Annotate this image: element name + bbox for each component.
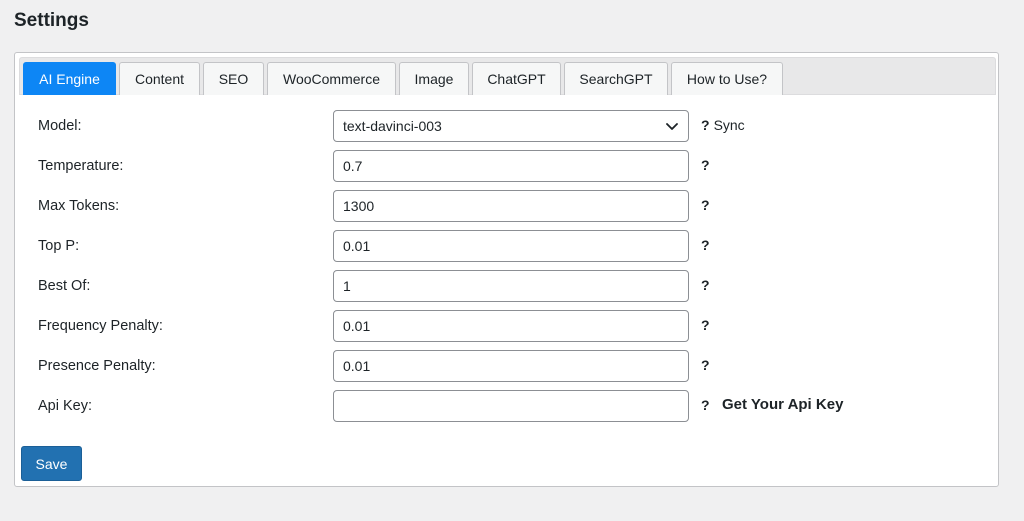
top-p-input[interactable] <box>333 230 689 262</box>
api-key-label: Api Key: <box>38 398 92 414</box>
max-tokens-help[interactable]: ? <box>701 197 710 213</box>
temperature-help[interactable]: ? <box>701 157 710 173</box>
frequency-penalty-label: Frequency Penalty: <box>38 318 163 334</box>
presence-penalty-input[interactable] <box>333 350 689 382</box>
presence-penalty-label: Presence Penalty: <box>38 358 156 374</box>
api-key-help[interactable]: ? <box>701 397 710 413</box>
page-title: Settings <box>14 10 89 31</box>
presence-penalty-help[interactable]: ? <box>701 357 710 373</box>
model-help[interactable]: ? Sync <box>701 117 745 133</box>
max-tokens-input[interactable] <box>333 190 689 222</box>
temperature-label: Temperature: <box>38 158 124 174</box>
get-api-key-link[interactable]: Get Your Api Key <box>722 396 843 413</box>
tab-searchgpt[interactable]: SearchGPT <box>564 62 668 95</box>
best-of-help[interactable]: ? <box>701 277 710 293</box>
tab-seo[interactable]: SEO <box>203 62 264 95</box>
api-key-input[interactable] <box>333 390 689 422</box>
save-button[interactable]: Save <box>21 446 82 481</box>
tab-woocommerce[interactable]: WooCommerce <box>267 62 396 95</box>
tab-image[interactable]: Image <box>399 62 469 95</box>
tab-bar: AI Engine Content SEO WooCommerce Image … <box>19 57 996 95</box>
frequency-penalty-help[interactable]: ? <box>701 317 710 333</box>
top-p-help[interactable]: ? <box>701 237 710 253</box>
tab-how-to-use[interactable]: How to Use? <box>671 62 783 95</box>
sync-link[interactable]: Sync <box>714 117 745 133</box>
model-select[interactable]: text-davinci-003 <box>333 110 689 142</box>
model-help-icon: ? <box>701 117 710 133</box>
tab-content[interactable]: Content <box>119 62 200 95</box>
model-select-value: text-davinci-003 <box>343 118 442 134</box>
best-of-label: Best Of: <box>38 278 91 294</box>
top-p-label: Top P: <box>38 238 80 254</box>
tab-ai-engine[interactable]: AI Engine <box>23 62 116 95</box>
temperature-input[interactable] <box>333 150 689 182</box>
frequency-penalty-input[interactable] <box>333 310 689 342</box>
settings-panel: AI Engine Content SEO WooCommerce Image … <box>14 52 999 487</box>
model-label: Model: <box>38 118 82 134</box>
tab-chatgpt[interactable]: ChatGPT <box>472 62 561 95</box>
chevron-down-icon <box>666 123 678 130</box>
max-tokens-label: Max Tokens: <box>38 198 120 214</box>
best-of-input[interactable] <box>333 270 689 302</box>
